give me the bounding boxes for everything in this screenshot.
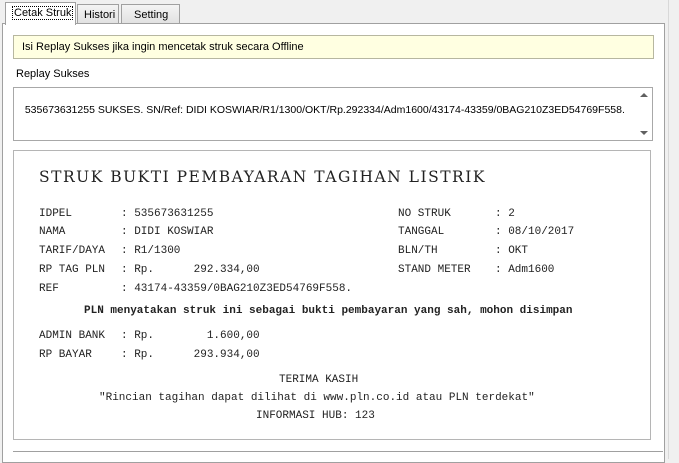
panel-divider	[13, 451, 663, 452]
thanks-text: TERIMA KASIH	[279, 374, 359, 386]
no-struk-value: : 2	[495, 208, 515, 220]
tab-histori[interactable]: Histori	[77, 4, 119, 24]
tab-cetak-struk[interactable]: Cetak Struk	[5, 2, 76, 25]
textarea-scrollbar[interactable]	[637, 88, 652, 140]
receipt-notice: PLN menyatakan struk ini sebagai bukti p…	[84, 305, 573, 317]
receipt-preview: STRUK BUKTI PEMBAYARAN TAGIHAN LISTRIK I…	[13, 150, 651, 440]
tab-strip: Cetak Struk Histori Setting	[2, 2, 677, 25]
tanggal-label: TANGGAL	[398, 226, 445, 238]
tarif-label: TARIF/DAYA	[39, 245, 106, 257]
tanggal-value: : 08/10/2017	[495, 226, 575, 238]
stand-meter-value: : Adm1600	[495, 264, 555, 276]
info-hub-text: INFORMASI HUB: 123	[256, 410, 375, 422]
rp-tag-value: : Rp. 292.334,00	[121, 264, 260, 276]
window-right-edge	[668, 0, 679, 459]
replay-label: Replay Sukses	[16, 68, 90, 80]
idpel-value: : 535673631255	[121, 208, 214, 220]
tab-label: Histori	[84, 9, 116, 21]
rp-tag-label: RP TAG PLN	[39, 264, 106, 276]
rp-bayar-value: : Rp. 293.934,00	[121, 349, 260, 361]
no-struk-label: NO STRUK	[398, 208, 451, 220]
rincian-text: "Rincian tagihan dapat dilihat di www.pl…	[99, 392, 535, 404]
tab-setting[interactable]: Setting	[121, 4, 180, 24]
ref-value: : 43174-43359/0BAG210Z3ED54769F558.	[121, 283, 353, 295]
nama-value: : DIDI KOSWIAR	[121, 226, 214, 238]
blnth-value: : OKT	[495, 245, 529, 257]
tab-label: Cetak Struk	[12, 6, 74, 20]
tab-label: Setting	[134, 9, 169, 21]
rp-bayar-label: RP BAYAR	[39, 349, 92, 361]
blnth-label: BLN/TH	[398, 245, 438, 257]
scroll-up-icon[interactable]	[640, 93, 648, 97]
ref-label: REF	[39, 283, 59, 295]
receipt-title: STRUK BUKTI PEMBAYARAN TAGIHAN LISTRIK	[39, 168, 486, 186]
admin-bank-value: : Rp. 1.600,00	[121, 330, 260, 342]
stand-meter-label: STAND METER	[398, 264, 471, 276]
scroll-down-icon[interactable]	[640, 131, 648, 135]
replay-textarea[interactable]: 535673631255 SUKSES. SN/Ref: DIDI KOSWIA…	[13, 87, 653, 141]
tarif-value: : R1/1300	[121, 245, 181, 257]
admin-bank-label: ADMIN BANK	[39, 330, 106, 342]
replay-text: 535673631255 SUKSES. SN/Ref: DIDI KOSWIA…	[24, 104, 625, 116]
idpel-label: IDPEL	[39, 208, 73, 220]
info-banner: Isi Replay Sukses jika ingin mencetak st…	[13, 35, 654, 59]
nama-label: NAMA	[39, 226, 66, 238]
